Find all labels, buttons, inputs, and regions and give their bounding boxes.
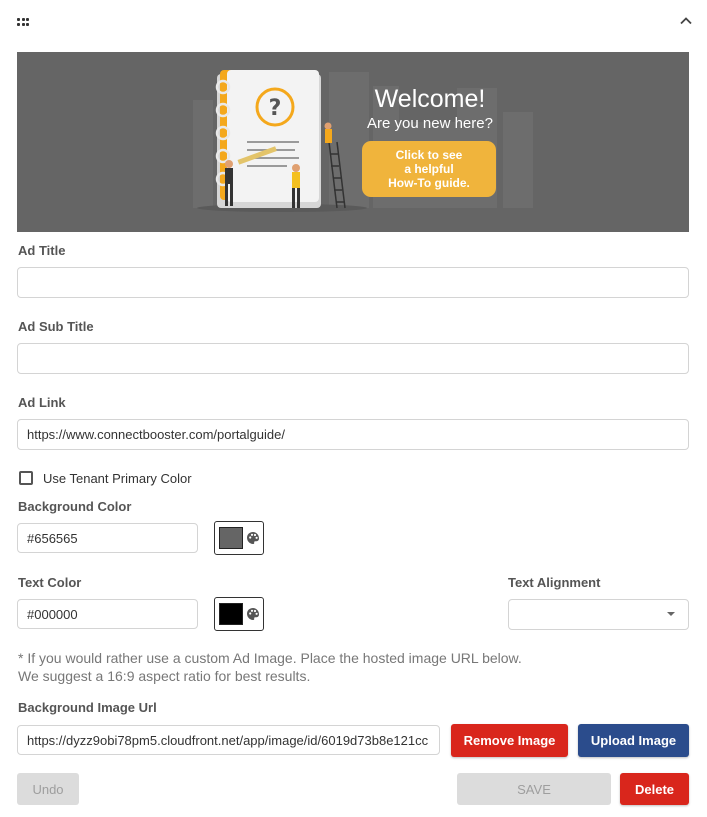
ad-subline: Are you new here? <box>367 115 493 132</box>
ad-link-input[interactable] <box>17 419 689 450</box>
save-button[interactable]: SAVE <box>457 773 611 805</box>
dropdown-arrow-icon <box>667 612 675 616</box>
ad-cta-line-2: a helpful <box>404 162 453 176</box>
palette-icon <box>247 532 259 544</box>
text-color-label: Text Color <box>18 575 82 590</box>
ad-title-label: Ad Title <box>18 243 66 258</box>
ad-cta-line-1: Click to see <box>396 148 463 162</box>
ad-preview-banner: ? Welcome! Are you new here? Click to se… <box>17 52 689 232</box>
custom-image-note-line-1: * If you would rather use a custom Ad Im… <box>18 650 522 666</box>
chevron-up-icon[interactable] <box>678 13 694 29</box>
text-alignment-select[interactable] <box>508 599 689 630</box>
ad-sub-title-label: Ad Sub Title <box>18 319 94 334</box>
use-tenant-color-label: Use Tenant Primary Color <box>43 471 192 486</box>
use-tenant-color-checkbox[interactable] <box>19 471 33 485</box>
background-image-url-label: Background Image Url <box>18 700 157 715</box>
ad-title-input[interactable] <box>17 267 689 298</box>
text-alignment-label: Text Alignment <box>508 575 601 590</box>
background-image-url-input[interactable] <box>17 725 440 755</box>
custom-image-note-line-2: We suggest a 16:9 aspect ratio for best … <box>18 668 311 684</box>
drag-handle-icon[interactable] <box>17 18 29 26</box>
ad-sub-title-input[interactable] <box>17 343 689 374</box>
ad-cta-line-3: How-To guide. <box>388 176 470 190</box>
delete-button[interactable]: Delete <box>620 773 689 805</box>
background-color-input[interactable] <box>17 523 198 553</box>
text-color-picker[interactable] <box>214 597 264 631</box>
text-color-swatch <box>219 603 243 625</box>
svg-text:?: ? <box>269 96 282 121</box>
ad-illustration: ? Welcome! Are you new here? Click to se… <box>193 70 533 212</box>
palette-icon <box>247 608 259 620</box>
background-color-picker[interactable] <box>214 521 264 555</box>
text-color-input[interactable] <box>17 599 198 629</box>
upload-image-button[interactable]: Upload Image <box>578 724 689 757</box>
remove-image-button[interactable]: Remove Image <box>451 724 568 757</box>
background-color-label: Background Color <box>18 499 132 514</box>
background-color-swatch <box>219 527 243 549</box>
undo-button[interactable]: Undo <box>17 773 79 805</box>
ad-link-label: Ad Link <box>18 395 66 410</box>
ad-headline: Welcome! <box>375 85 486 113</box>
